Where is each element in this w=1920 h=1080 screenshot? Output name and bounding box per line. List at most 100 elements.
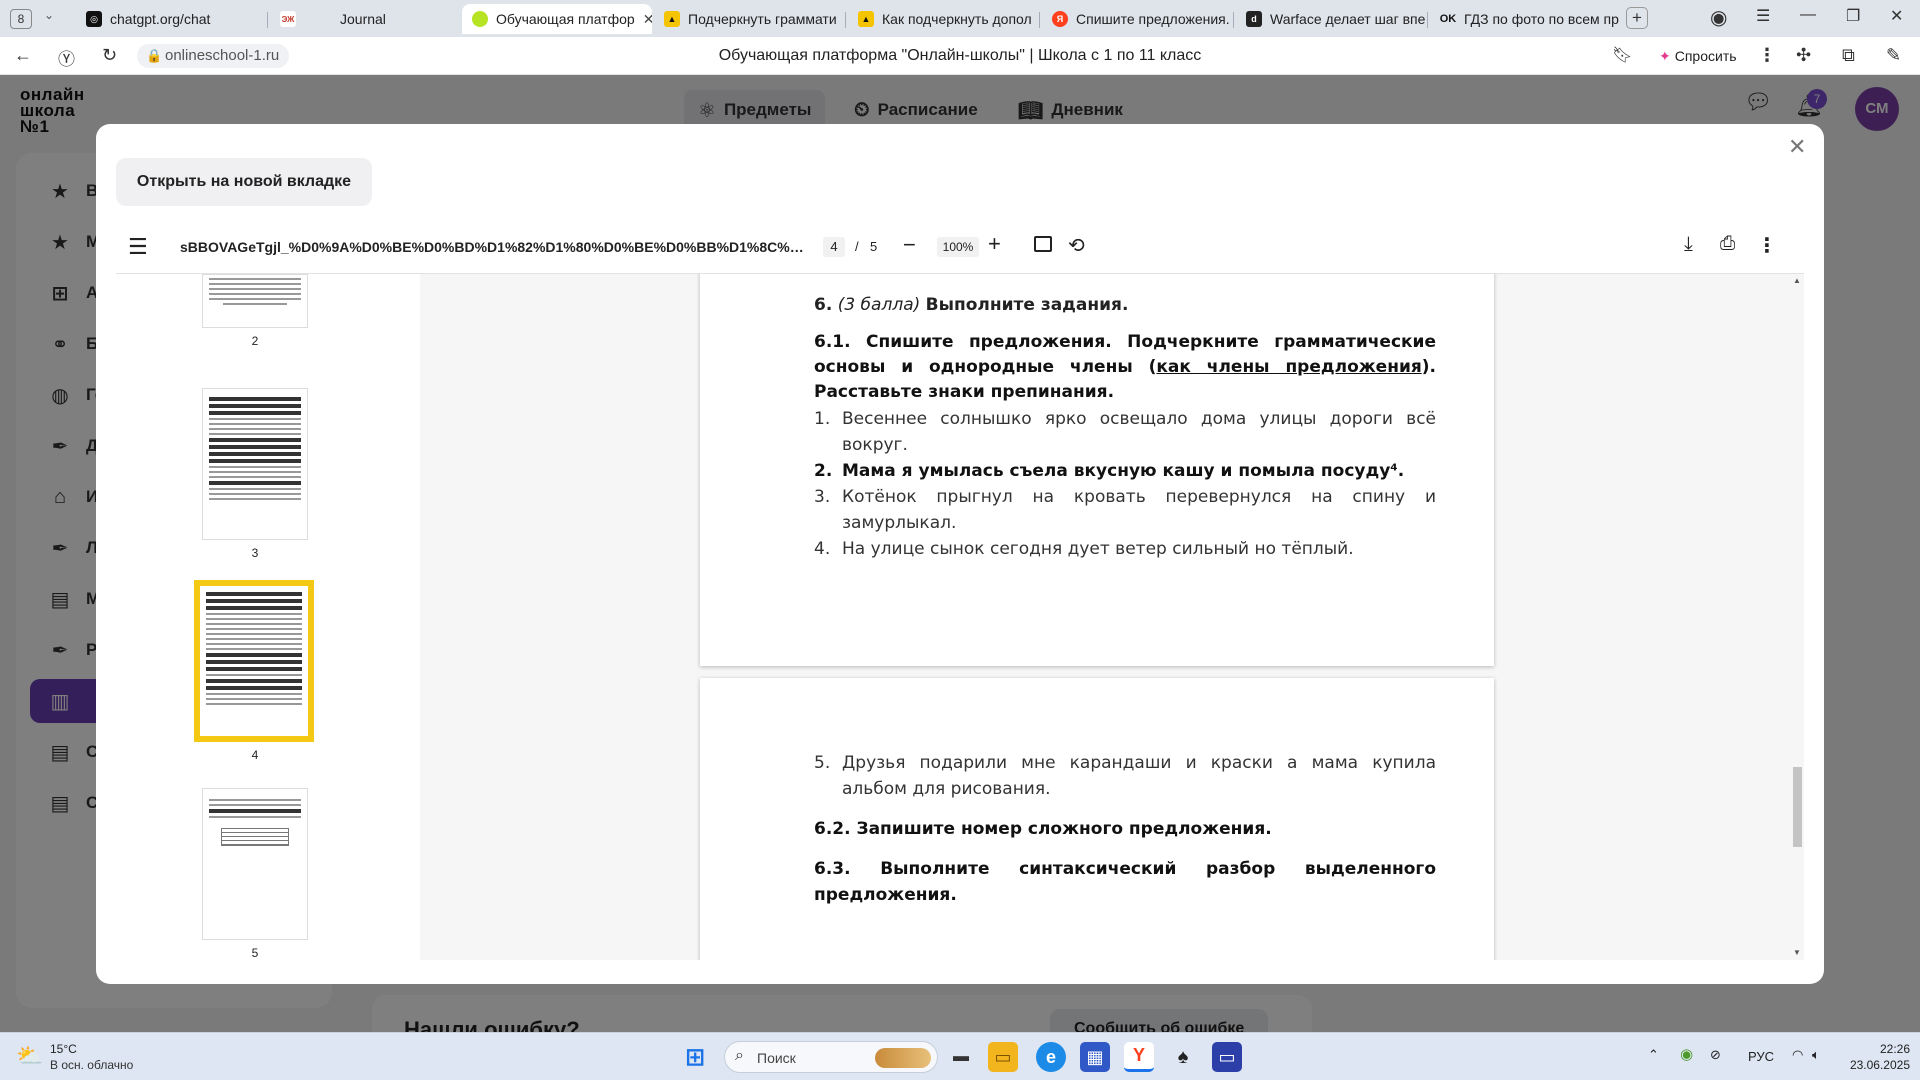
browser-tab[interactable]: ▲ Как подчеркнуть допол	[848, 4, 1038, 34]
thumbnail-label: 2	[251, 334, 259, 348]
wifi-icon[interactable]: ◠	[1792, 1047, 1803, 1063]
yandex-logo-icon[interactable]: Ⓨ	[58, 45, 75, 70]
ask-ai-button[interactable]: ✦ Спросить	[1653, 43, 1747, 69]
taskbar-app-icon[interactable]: ▭	[1212, 1042, 1242, 1072]
browser-tab[interactable]: ◎ chatgpt.org/chat	[76, 4, 266, 34]
thumbnail-label: 4	[251, 748, 259, 762]
page-thumbnail[interactable]	[202, 274, 308, 328]
print-icon[interactable]: ⎙	[1720, 233, 1735, 255]
pdf-modal: Открыть на новой вкладке ✕ ☰ sBBOVAGeTgj…	[96, 124, 1824, 984]
tab-label: Подчеркнуть граммати	[688, 11, 837, 27]
close-tab-icon[interactable]: ✕	[643, 11, 652, 28]
back-arrow-icon[interactable]: ←	[14, 45, 32, 66]
microsoft-store-icon[interactable]: ▦	[1080, 1042, 1110, 1072]
page-thumbnail-selected[interactable]	[194, 580, 314, 742]
tab-counter[interactable]: 8	[10, 9, 32, 29]
sentence-item: 1. Весеннее солнышко ярко освещало дома …	[814, 406, 1436, 458]
sentence-text: Весеннее солнышко ярко освещало дома ули…	[842, 409, 1436, 455]
task-6-2-text: 6.2. Запишите номер сложного предложения…	[814, 819, 1272, 839]
tab-label: Journal	[340, 11, 386, 27]
windows-start-icon[interactable]: ⊞	[680, 1042, 710, 1072]
browser-tab[interactable]: d Warface делает шаг впер	[1236, 4, 1426, 34]
sentence-number: 3.	[814, 487, 831, 507]
browser-tab[interactable]: ЭЖ Journal	[270, 4, 460, 34]
search-icon: ⌕	[735, 1047, 744, 1064]
sentence-text: Друзья подарили мне карандаши и краски а…	[842, 753, 1436, 799]
scroll-down-arrow-icon[interactable]: ▼	[1793, 948, 1801, 957]
browser-menu-icon[interactable]: ☰	[1756, 6, 1770, 26]
sentence-text: Мама я умылась съела вкусную кашу и помы…	[842, 461, 1405, 481]
chatgpt-favicon-icon: ◎	[86, 11, 102, 27]
solitaire-icon[interactable]: ♠	[1168, 1042, 1198, 1072]
pdf-toolbar: ☰ sBBOVAGeTgjl_%D0%9A%D0%BE%D0%BD%D1%82%…	[116, 222, 1804, 274]
minimize-icon[interactable]: —	[1800, 6, 1816, 24]
reload-icon[interactable]: ↻	[102, 45, 117, 66]
profile-icon[interactable]: ◉	[1710, 5, 1727, 30]
znanija-favicon-icon: ▲	[664, 11, 680, 27]
page-number-input[interactable]: 4	[823, 237, 845, 257]
zoom-in-icon[interactable]: +	[988, 231, 1001, 257]
weather-temperature: 15°C	[50, 1042, 77, 1056]
volume-icon[interactable]: 🔈︎	[1812, 1047, 1820, 1063]
more-menu-icon[interactable]: ⋮	[1758, 45, 1776, 66]
file-explorer-icon[interactable]: ▭	[988, 1042, 1018, 1072]
windows-taskbar: ⛅ 15°C В осн. облачно ⊞ ⌕ Поиск ▬ ▭ e ▦ …	[0, 1032, 1920, 1080]
weather-widget[interactable]: ⛅ 15°C В осн. облачно	[16, 1041, 146, 1075]
task-title: Выполните задания.	[925, 295, 1129, 315]
tab-label: Обучающая платфор	[496, 11, 635, 27]
edge-browser-icon[interactable]: e	[1036, 1042, 1066, 1072]
modal-close-icon[interactable]: ✕	[1788, 134, 1806, 160]
yandex-browser-icon[interactable]: Y	[1124, 1042, 1154, 1072]
taskbar-search[interactable]: ⌕ Поиск	[724, 1041, 938, 1073]
open-in-new-tab-button[interactable]: Открыть на новой вкладке	[116, 158, 372, 206]
url-field[interactable]: 🔒 onlineschool-1.ru	[137, 44, 290, 68]
window-close-icon[interactable]: ✕	[1890, 6, 1903, 26]
thumbnail-label: 5	[251, 946, 259, 960]
system-clock[interactable]: 22:26 23.06.2025	[1826, 1041, 1910, 1073]
pdf-filename: sBBOVAGeTgjl_%D0%9A%D0%BE%D0%BD%D1%82%D1…	[180, 239, 810, 255]
rotate-icon[interactable]: ⟲	[1068, 233, 1085, 258]
zoom-out-icon[interactable]: −	[903, 232, 916, 258]
weather-condition: В осн. облачно	[50, 1058, 134, 1072]
page-thumbnail[interactable]	[202, 388, 308, 540]
security-tray-icon[interactable]: ◉	[1680, 1045, 1693, 1063]
tabs-menu-chevron-icon[interactable]: ⌄	[44, 8, 54, 22]
download-icon[interactable]: ⤓	[1684, 233, 1693, 256]
dtf-favicon-icon: d	[1246, 11, 1262, 27]
language-indicator[interactable]: РУС	[1748, 1049, 1774, 1064]
network-off-icon[interactable]: ⊘	[1710, 1047, 1721, 1063]
restore-icon[interactable]: ❐	[1846, 6, 1860, 26]
sentence-number: 4.	[814, 539, 831, 559]
hamburger-menu-icon[interactable]: ☰	[128, 234, 148, 260]
sentence-text: Котёнок прыгнул на кровать перевернулся …	[842, 487, 1436, 533]
scroll-up-arrow-icon[interactable]: ▲	[1793, 276, 1801, 285]
address-bar: ← Ⓨ ↻ 🔒 onlineschool-1.ru Обучающая плат…	[0, 37, 1920, 75]
pdf-document-view[interactable]: 6. (3 балла) Выполните задания. 6.1. Спи…	[420, 274, 1804, 960]
extensions-icon[interactable]: ✣	[1796, 45, 1811, 66]
task-6-heading: 6. (3 балла) Выполните задания.	[814, 292, 1436, 318]
document-scrollbar[interactable]: ▲ ▼	[1790, 274, 1804, 960]
sentence-item: 5. Друзья подарили мне карандаши и краск…	[814, 750, 1436, 802]
znanija-favicon-icon: ▲	[858, 11, 874, 27]
sentence-number: 1.	[814, 409, 831, 429]
fit-page-icon[interactable]	[1034, 236, 1052, 252]
search-placeholder: Поиск	[757, 1050, 796, 1066]
bookmark-icon[interactable]: 🔖︎	[1612, 45, 1632, 65]
page-thumbnail[interactable]	[202, 788, 308, 940]
tab-label: Спишите предложения.	[1076, 11, 1230, 27]
tray-overflow-chevron-icon[interactable]: ⌃	[1648, 1047, 1659, 1063]
browser-tab[interactable]: OK ГДЗ по фото по всем пр	[1430, 4, 1622, 34]
browser-tab-active[interactable]: Обучающая платфор ✕	[462, 4, 652, 34]
task-view-icon[interactable]: ▬	[946, 1042, 976, 1072]
pdf-page-5: 5. Друзья подарили мне карандаши и краск…	[700, 678, 1494, 960]
school-favicon-icon	[472, 11, 488, 27]
new-tab-icon[interactable]: +	[1626, 7, 1648, 29]
page-total: 5	[870, 239, 878, 254]
browser-tab[interactable]: ▲ Подчеркнуть граммати	[654, 4, 844, 34]
zoom-input[interactable]: 100%	[937, 237, 979, 257]
collections-icon[interactable]: ⧉	[1842, 45, 1855, 66]
pin-icon[interactable]: ✎	[1886, 45, 1901, 66]
more-options-icon[interactable]: ⋮	[1757, 233, 1777, 258]
browser-tab[interactable]: Я Спишите предложения.	[1042, 4, 1232, 34]
ask-label: Спросить	[1674, 48, 1737, 64]
